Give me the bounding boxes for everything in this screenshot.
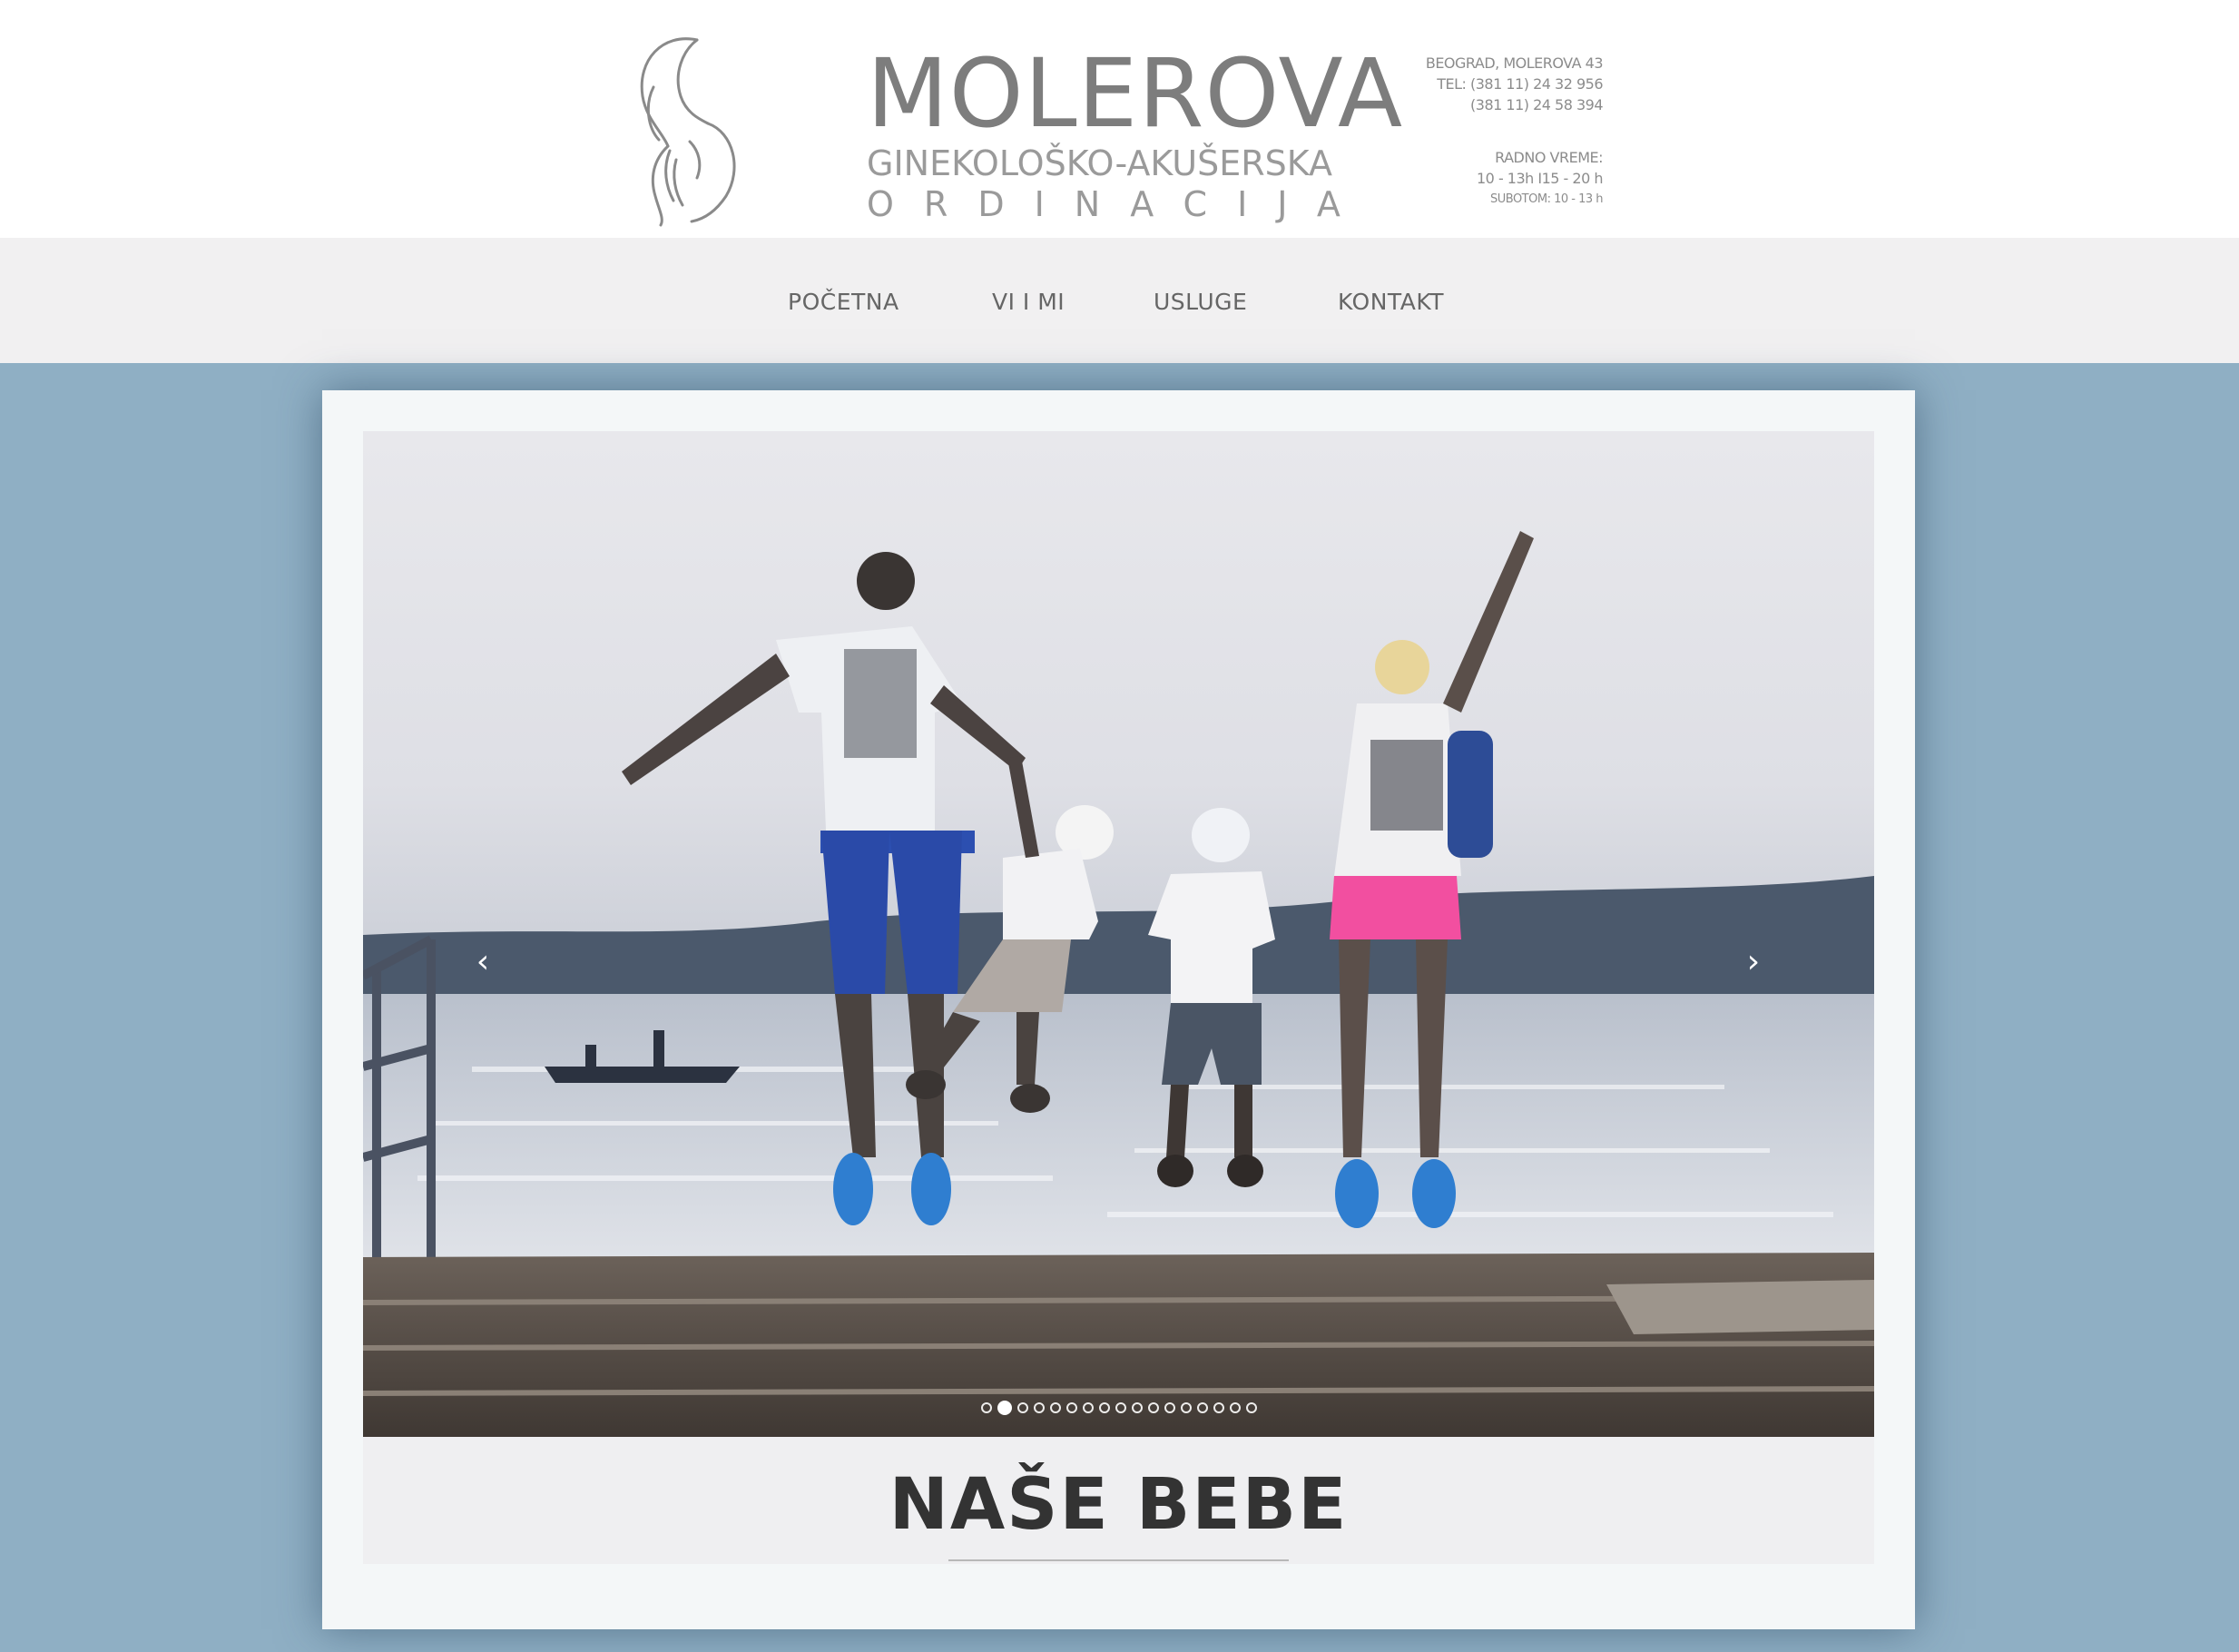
brand-name: MOLEROVA: [867, 38, 1404, 149]
slider-dot[interactable]: [1164, 1401, 1175, 1413]
pregnant-woman-logo-icon[interactable]: [626, 33, 744, 228]
slider-dot[interactable]: [1229, 1401, 1241, 1413]
slider-dot[interactable]: [1147, 1401, 1159, 1413]
slider-dot[interactable]: [980, 1401, 992, 1413]
slider-dot[interactable]: [1065, 1401, 1077, 1413]
slider-prev-arrow-icon[interactable]: ‹: [465, 944, 501, 980]
caption-band: NAŠE BEBE: [363, 1437, 1874, 1564]
slider-next-arrow-icon[interactable]: ›: [1735, 944, 1772, 980]
slider-dot[interactable]: [1245, 1401, 1257, 1413]
slider-dot[interactable]: [1016, 1401, 1028, 1413]
family-jumping-photo: [363, 531, 1874, 1437]
nav-item-vi-i-mi[interactable]: VI I MI: [992, 289, 1065, 315]
slider-dot[interactable]: [1131, 1401, 1143, 1413]
contact-phone-2: (381 11) 24 58 394: [1470, 96, 1603, 113]
hours-weekday: 10 - 13h I15 - 20 h: [1477, 170, 1604, 187]
image-slider[interactable]: ‹ ›: [363, 431, 1874, 1437]
nav-item-pocetna[interactable]: POČETNA: [788, 289, 899, 315]
section-title: NAŠE BEBE: [889, 1464, 1349, 1546]
hours-saturday: SUBOTOM: 10 - 13 h: [1489, 192, 1604, 206]
slider-dot[interactable]: [1115, 1401, 1126, 1413]
slider-dot[interactable]: [1049, 1401, 1061, 1413]
slider-dot[interactable]: [997, 1400, 1012, 1415]
slider-dot[interactable]: [1180, 1401, 1192, 1413]
site-header: MOLEROVA GINEKOLOŠKO-AKUŠERSKA ORDINACIJ…: [0, 0, 2239, 238]
slider-dot[interactable]: [1098, 1401, 1110, 1413]
main-navigation: POČETNA VI I MI USLUGE KONTAKT: [0, 238, 2239, 363]
slider-pagination: [363, 1400, 1874, 1418]
content-card: ‹ › NAŠE BEBE: [322, 390, 1915, 1629]
slider-dot[interactable]: [1196, 1401, 1208, 1413]
caption-underline: [948, 1559, 1289, 1561]
nav-item-usluge[interactable]: USLUGE: [1154, 289, 1247, 315]
brand-subtitle: GINEKOLOŠKO-AKUŠERSKA: [867, 143, 1332, 183]
slider-dot[interactable]: [1213, 1401, 1224, 1413]
hours-title: RADNO VREME:: [1495, 149, 1603, 166]
slider-dot[interactable]: [1082, 1401, 1094, 1413]
contact-info: BEOGRAD, MOLEROVA 43 TEL: (381 11) 24 32…: [1352, 53, 1604, 210]
slider-dot[interactable]: [1033, 1401, 1045, 1413]
brand-subtitle-2: ORDINACIJA: [867, 184, 1370, 224]
brand-block[interactable]: MOLEROVA GINEKOLOŠKO-AKUŠERSKA ORDINACIJ…: [867, 38, 1404, 225]
contact-address: BEOGRAD, MOLEROVA 43: [1425, 54, 1604, 72]
nav-item-kontakt[interactable]: KONTAKT: [1338, 289, 1444, 315]
contact-phone-1: TEL: (381 11) 24 32 956: [1437, 75, 1603, 93]
